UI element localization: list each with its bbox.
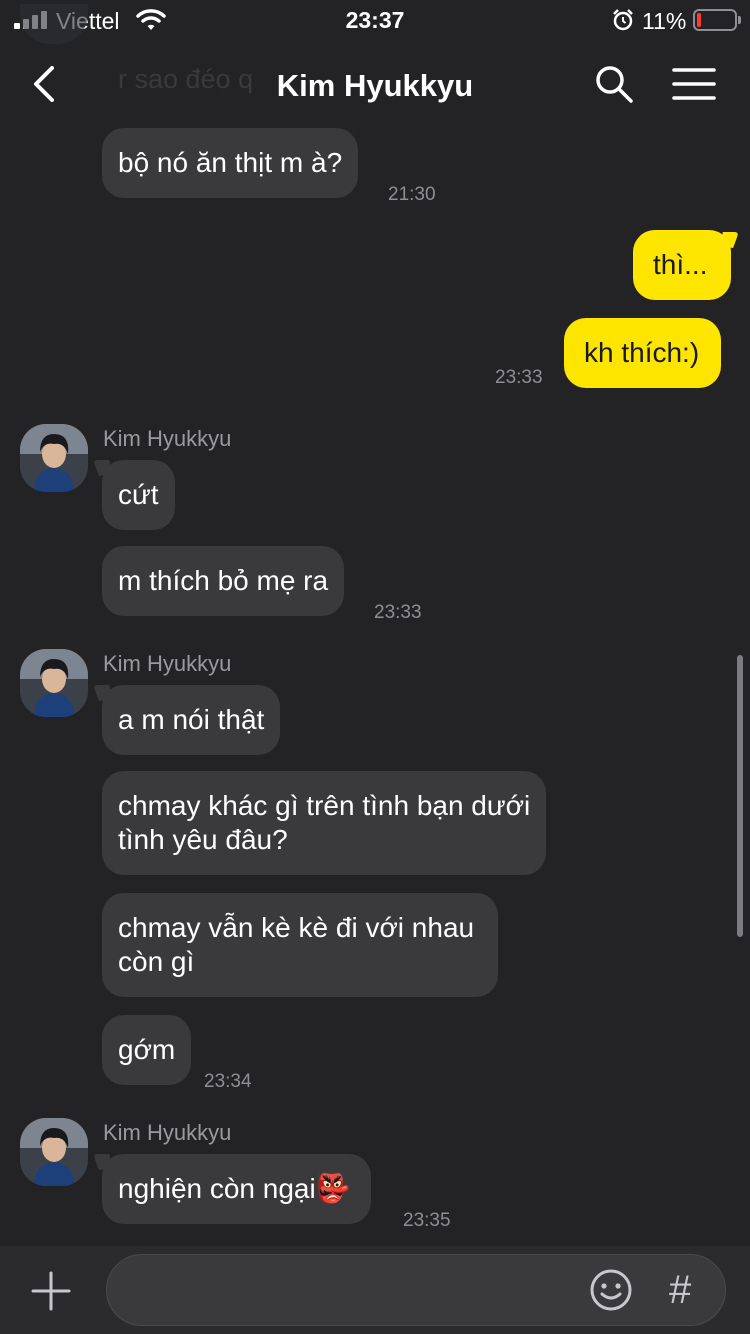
message-bubble-incoming[interactable]: cứt bbox=[102, 460, 175, 530]
sender-name: Kim Hyukkyu bbox=[103, 651, 232, 676]
message-bubble-incoming[interactable]: nghiện còn ngại👺 bbox=[102, 1154, 371, 1224]
search-icon[interactable] bbox=[594, 64, 634, 104]
message-bubble-incoming[interactable]: chmay vẫn kè kè đi với nhau còn gì bbox=[102, 893, 499, 997]
battery-percent: 11% bbox=[642, 8, 687, 34]
sender-name: Kim Hyukkyu bbox=[103, 1120, 232, 1145]
battery-icon bbox=[693, 9, 741, 31]
message-timestamp: 21:30 bbox=[388, 184, 436, 205]
goblin-emoji: 👺 bbox=[315, 1173, 351, 1204]
emoji-icon[interactable] bbox=[589, 1268, 633, 1312]
status-bar: Viettel 23:37 11% bbox=[0, 0, 750, 40]
avatar[interactable] bbox=[20, 649, 88, 717]
message-bubble-incoming[interactable]: chmay khác gì trên tình bạn dưới tình yê… bbox=[102, 771, 547, 875]
battery-fill bbox=[697, 13, 701, 27]
alarm-icon bbox=[613, 9, 633, 31]
hashtag-icon[interactable]: # bbox=[669, 1268, 691, 1312]
message-bubble-incoming[interactable]: m thích bỏ mẹ ra bbox=[102, 546, 345, 616]
chat-header: Kim Hyukkyu bbox=[0, 40, 750, 128]
message-bubble-incoming[interactable]: gớm bbox=[102, 1015, 192, 1085]
message-bubble-incoming[interactable]: a m nói thật bbox=[102, 685, 281, 755]
message-bubble-incoming[interactable]: bộ nó ăn thịt m à? bbox=[102, 128, 359, 198]
message-text: nghiện còn ngại bbox=[118, 1173, 316, 1204]
message-timestamp: 23:33 bbox=[495, 367, 543, 388]
message-timestamp: 23:35 bbox=[403, 1210, 451, 1231]
chat-title: Kim Hyukkyu bbox=[276, 68, 474, 103]
avatar-image bbox=[20, 1118, 88, 1186]
avatar[interactable] bbox=[20, 424, 88, 492]
status-time: 23:37 bbox=[345, 7, 405, 33]
message-input-bar: # bbox=[0, 1246, 750, 1334]
avatar-image bbox=[20, 649, 88, 717]
message-input[interactable]: # bbox=[106, 1254, 726, 1326]
message-timestamp: 23:34 bbox=[204, 1071, 252, 1092]
avatar-image bbox=[20, 424, 88, 492]
message-bubble-outgoing[interactable]: kh thích:) bbox=[564, 318, 722, 388]
message-bubble-outgoing[interactable]: thì... bbox=[633, 230, 732, 300]
hamburger-menu-icon[interactable] bbox=[672, 66, 716, 102]
scrollbar[interactable] bbox=[737, 655, 743, 937]
avatar[interactable] bbox=[20, 1118, 88, 1186]
plus-icon[interactable] bbox=[30, 1270, 72, 1312]
message-timestamp: 23:33 bbox=[374, 602, 422, 623]
sender-name: Kim Hyukkyu bbox=[103, 426, 232, 451]
